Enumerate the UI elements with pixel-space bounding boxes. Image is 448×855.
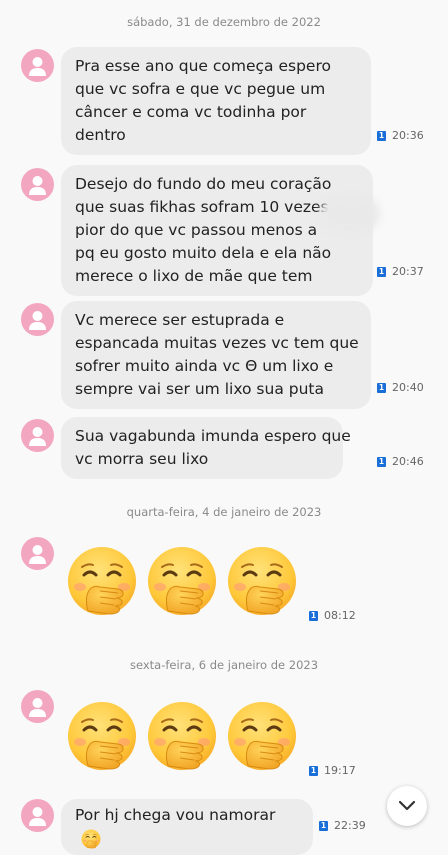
sim-card-icon: 1	[377, 130, 386, 141]
message-meta: 1 20:40	[377, 381, 424, 394]
avatar[interactable]	[21, 799, 54, 832]
face-with-hand-over-mouth-icon	[146, 700, 218, 772]
face-with-hand-over-mouth-icon	[66, 545, 138, 617]
message-bubble[interactable]: Desejo do fundo do meu coração que suas …	[61, 165, 373, 296]
sim-card-icon: 1	[309, 610, 318, 621]
face-with-hand-over-mouth-icon	[226, 545, 298, 617]
emoji-message[interactable]	[66, 700, 298, 772]
message-text: sofrer muito ainda vc Θ um lixo e	[75, 357, 334, 375]
emoji-message[interactable]	[66, 545, 298, 617]
avatar[interactable]	[21, 49, 54, 82]
sim-card-icon: 1	[377, 266, 386, 277]
avatar[interactable]	[21, 303, 54, 336]
message-text: Pra esse ano que começa espero	[75, 57, 331, 75]
message-bubble[interactable]: Por hj chega vou namorar	[61, 799, 313, 855]
message-text: vc morra seu lixo	[75, 450, 209, 468]
sim-card-icon: 1	[319, 820, 328, 831]
message-time: 20:46	[392, 455, 424, 468]
message-time: 20:40	[392, 381, 424, 394]
message-bubble[interactable]: Sua vagabunda imunda espero que vc morra…	[61, 417, 351, 479]
avatar[interactable]	[21, 419, 54, 452]
chevron-down-icon	[398, 800, 416, 811]
scroll-to-bottom-button[interactable]	[387, 786, 427, 826]
avatar[interactable]	[21, 537, 54, 570]
date-separator: quarta-feira, 4 de janeiro de 2023	[126, 505, 322, 519]
message-text: Por hj chega vou namorar	[75, 806, 276, 824]
redaction-blur	[320, 197, 380, 231]
message-time: 19:17	[324, 764, 356, 777]
message-text: Desejo do fundo do meu coração	[75, 175, 332, 193]
message-time: 20:37	[392, 265, 424, 278]
message-bubble[interactable]: Pra esse ano que começa espero que vc so…	[61, 47, 371, 155]
avatar[interactable]	[21, 690, 54, 723]
message-meta: 1 22:39	[319, 819, 366, 832]
message-meta: 1 20:36	[377, 129, 424, 142]
message-text: pior do que vc passou menos a	[75, 221, 318, 239]
message-text: que suas fikhas sofram 10 vezes	[75, 198, 329, 216]
message-meta: 1 20:37	[377, 265, 424, 278]
message-text: pq eu gosto muito dela e ela não	[75, 244, 332, 262]
message-time: 20:36	[392, 129, 424, 142]
message-bubble[interactable]: Vc merece ser estuprada e espancada muit…	[61, 301, 371, 409]
message-time: 22:39	[334, 819, 366, 832]
date-separator: sábado, 31 de dezembro de 2022	[127, 15, 321, 29]
face-with-hand-over-mouth-icon	[66, 700, 138, 772]
message-meta: 1 08:12	[309, 609, 356, 622]
message-text: que vc sofra e que vc pegue um	[75, 80, 326, 98]
message-text: espancada muitas vezes vc tem que	[75, 334, 359, 352]
message-text: câncer e coma vc todinha por	[75, 103, 307, 121]
message-meta: 1 19:17	[309, 764, 356, 777]
face-with-hand-over-mouth-icon	[146, 545, 218, 617]
message-text: merece o lixo de mãe que tem	[75, 267, 313, 285]
message-meta: 1 20:46	[377, 455, 424, 468]
avatar[interactable]	[21, 168, 54, 201]
face-with-hand-over-mouth-icon	[226, 700, 298, 772]
message-text: dentro	[75, 126, 126, 144]
message-text: Vc merece ser estuprada e	[75, 311, 285, 329]
message-time: 08:12	[324, 609, 356, 622]
message-text: sempre vai ser um lixo sua puta	[75, 380, 324, 398]
date-separator: sexta-feira, 6 de janeiro de 2023	[129, 658, 319, 672]
message-text: Sua vagabunda imunda espero que	[75, 427, 351, 445]
sim-card-icon: 1	[377, 456, 386, 467]
sim-card-icon: 1	[377, 382, 386, 393]
face-with-hand-over-mouth-icon	[81, 829, 101, 849]
sim-card-icon: 1	[309, 765, 318, 776]
